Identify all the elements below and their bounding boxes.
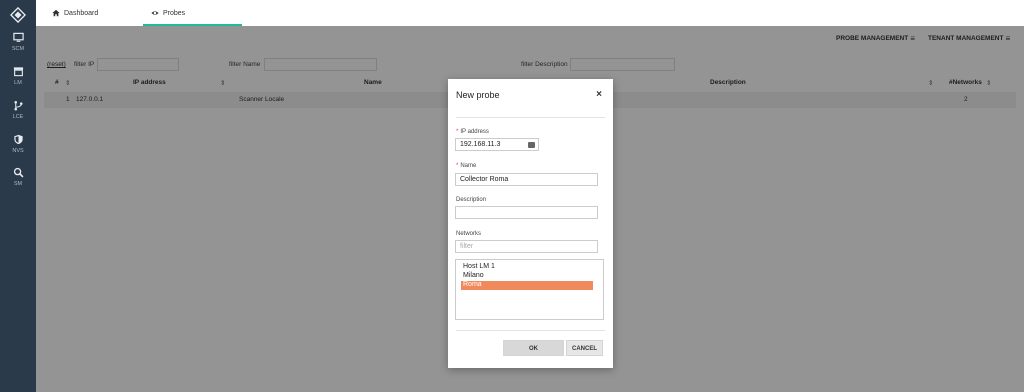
networks-label: Networks <box>456 231 482 237</box>
sidebar-item-label: SM <box>13 181 23 187</box>
sidebar-item-label: LM <box>14 80 22 86</box>
tab-label: Dashboard <box>64 9 99 17</box>
network-option-roma[interactable]: Roma <box>461 281 593 290</box>
ip-address-label: * IP address <box>456 129 489 135</box>
sidebar-item-label: SCM <box>11 46 25 52</box>
required-marker: * <box>456 163 459 169</box>
network-option-host-lm-1[interactable]: Host LM 1 <box>461 263 593 272</box>
monitor-icon <box>12 32 24 42</box>
divider <box>456 117 605 118</box>
networks-filter-input[interactable]: filter <box>455 240 598 253</box>
branch-icon <box>13 101 23 111</box>
logo-icon[interactable] <box>10 7 26 23</box>
close-icon[interactable]: × <box>596 89 602 100</box>
top-nav: Dashboard Probes <box>36 0 1024 26</box>
sidebar-item-lce[interactable]: LCE <box>0 100 36 130</box>
ok-button[interactable]: OK <box>503 340 564 356</box>
ip-address-input[interactable]: 192.168.11.3 <box>455 138 539 151</box>
home-icon <box>52 9 60 17</box>
sidebar-item-nvs[interactable]: NVS <box>0 134 36 164</box>
networks-listbox[interactable]: Host LM 1 Milano Roma <box>455 259 604 320</box>
divider <box>456 330 605 331</box>
tab-dashboard[interactable]: Dashboard <box>52 0 98 26</box>
tab-label: Probes <box>163 9 186 17</box>
description-input[interactable] <box>455 206 598 219</box>
dialog-title: New probe <box>456 90 500 100</box>
description-label: Description <box>456 197 487 203</box>
sidebar-item-lm[interactable]: LM <box>0 66 36 96</box>
sidebar: SCM LM LCE NVS SM <box>0 0 36 392</box>
sidebar-item-label: NVS <box>12 148 24 154</box>
cancel-button[interactable]: CANCEL <box>566 340 603 356</box>
sidebar-item-sm[interactable]: SM <box>0 167 36 197</box>
sidebar-item-label: LCE <box>12 114 24 120</box>
sidebar-item-scm[interactable]: SCM <box>0 32 36 62</box>
name-label: * Name <box>456 163 477 169</box>
name-input[interactable]: Collector Roma <box>455 173 598 186</box>
network-card-icon <box>528 142 535 148</box>
network-option-milano[interactable]: Milano <box>461 272 593 281</box>
eye-icon <box>151 11 159 15</box>
search-icon <box>13 167 23 178</box>
archive-icon <box>13 67 23 77</box>
shield-icon <box>13 134 23 145</box>
required-marker: * <box>456 129 459 135</box>
tab-probes[interactable]: Probes <box>151 0 185 26</box>
new-probe-dialog: New probe × * IP address 192.168.11.3 * Na… <box>448 79 613 368</box>
